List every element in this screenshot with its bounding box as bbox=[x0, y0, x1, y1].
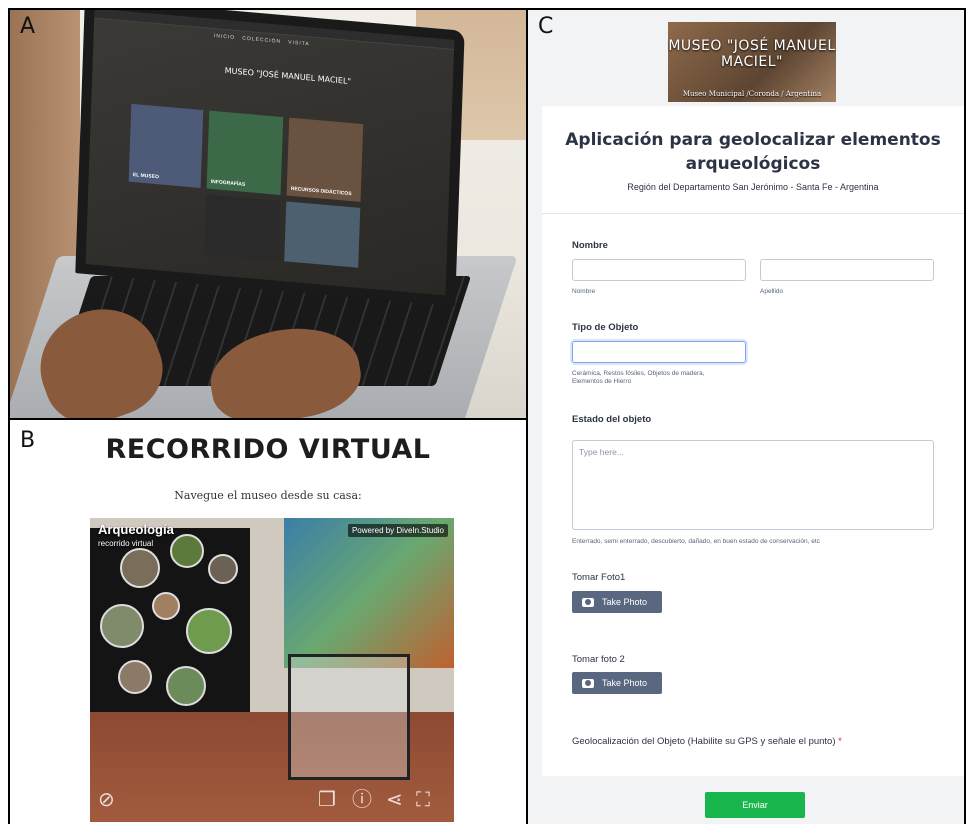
laptop-screen-bezel: INICIO COLECCIÓN VISITA MUSEO "JOSÉ MANU… bbox=[75, 10, 465, 307]
site-tile-recursos: RECURSOS DIDÁCTICOS bbox=[286, 117, 364, 202]
tipo-objeto-input[interactable] bbox=[572, 341, 746, 363]
frame-divider-vertical bbox=[526, 8, 528, 824]
form-card: Aplicación para geolocalizar elementos a… bbox=[542, 106, 964, 776]
tour-banners bbox=[284, 518, 454, 668]
page-title: RECORRIDO VIRTUAL bbox=[105, 434, 431, 465]
take-photo-label: Take Photo bbox=[602, 678, 648, 688]
foto1-label: Tomar Foto1 bbox=[572, 572, 626, 583]
site-tile-label: RECURSOS DIDÁCTICOS bbox=[290, 185, 352, 198]
frame-top-border bbox=[8, 8, 966, 10]
share-icon[interactable]: ⋖ bbox=[386, 787, 403, 812]
display-disc bbox=[118, 660, 152, 694]
estado-help: Enterrado, semi enterrado, descubierto, … bbox=[572, 538, 820, 545]
tour-display-wall bbox=[90, 528, 250, 718]
tipo-objeto-label: Tipo de Objeto bbox=[572, 322, 639, 333]
take-photo-2-button[interactable]: Take Photo bbox=[572, 672, 662, 694]
form-region: Región del Departamento San Jerónimo - S… bbox=[627, 182, 879, 192]
last-name-help: Apellido bbox=[760, 288, 784, 295]
site-tile-museo: EL MUSEO bbox=[128, 103, 204, 188]
frame-divider-horizontal bbox=[8, 418, 528, 420]
virtual-tour-viewer[interactable]: Arqueología recorrido virtual Powered by… bbox=[90, 518, 454, 822]
form-header: Aplicación para geolocalizar elementos a… bbox=[542, 106, 964, 214]
display-disc bbox=[152, 592, 180, 620]
site-tile-360 bbox=[204, 194, 281, 261]
panel-letter-b: B bbox=[20, 428, 36, 453]
first-name-input[interactable] bbox=[572, 259, 746, 281]
tour-title: Arqueología bbox=[98, 522, 174, 537]
frame-left-border bbox=[8, 8, 10, 824]
required-mark: * bbox=[838, 736, 842, 747]
panel-letter-a: A bbox=[20, 14, 36, 39]
panel-c-form: MUSEO "JOSÉ MANUEL MACIEL" Museo Municip… bbox=[528, 10, 966, 824]
fullscreen-icon[interactable]: ⛶ bbox=[416, 789, 430, 812]
hero-title: MUSEO "JOSÉ MANUEL MACIEL" bbox=[668, 38, 836, 70]
take-photo-label: Take Photo bbox=[602, 597, 648, 607]
display-disc bbox=[186, 608, 232, 654]
nombre-label: Nombre bbox=[572, 240, 608, 251]
tour-subtitle: recorrido virtual bbox=[98, 539, 154, 548]
panel-a-laptop-photo: INICIO COLECCIÓN VISITA MUSEO "JOSÉ MANU… bbox=[10, 10, 526, 418]
estado-textarea[interactable]: Type here... bbox=[572, 440, 934, 530]
hero-subtitle: Museo Municipal /Coronda / Argentina bbox=[682, 90, 822, 98]
site-title: MUSEO "JOSÉ MANUEL MACIEL" bbox=[224, 66, 352, 87]
site-tile-notes bbox=[284, 201, 361, 268]
display-disc bbox=[120, 548, 160, 588]
compass-icon[interactable]: ⊘ bbox=[98, 787, 115, 812]
submit-button[interactable]: Enviar bbox=[705, 792, 805, 818]
info-icon[interactable]: ⓘ bbox=[352, 783, 372, 812]
estado-label: Estado del objeto bbox=[572, 414, 652, 425]
page-subtitle: Navegue el museo desde su casa: bbox=[174, 489, 362, 502]
site-tile-infografias: INFOGRAFÍAS bbox=[206, 110, 284, 195]
first-name-help: Nombre bbox=[572, 288, 596, 295]
display-disc bbox=[100, 604, 144, 648]
panel-b-virtual-tour: RECORRIDO VIRTUAL Navegue el museo desde… bbox=[10, 420, 526, 824]
last-name-input[interactable] bbox=[760, 259, 934, 281]
powered-by-badge[interactable]: Powered by DiveIn.Studio bbox=[347, 524, 448, 537]
museum-hero-banner: MUSEO "JOSÉ MANUEL MACIEL" Museo Municip… bbox=[668, 22, 836, 102]
take-photo-1-button[interactable]: Take Photo bbox=[572, 591, 662, 613]
camera-icon bbox=[582, 678, 594, 688]
geolocation-label-text: Geolocalización del Objeto (Habilite su … bbox=[572, 736, 836, 747]
gallery-icon[interactable]: ❐ bbox=[318, 787, 336, 812]
site-tile-label: INFOGRAFÍAS bbox=[210, 178, 246, 188]
tour-glass-case bbox=[288, 654, 410, 780]
tipo-objeto-help: Cerámica, Restos fósiles, Objetos de mad… bbox=[572, 370, 705, 385]
foto2-label: Tomar foto 2 bbox=[572, 654, 625, 665]
site-tile-label: EL MUSEO bbox=[132, 172, 159, 181]
display-disc bbox=[208, 554, 238, 584]
display-disc bbox=[170, 534, 204, 568]
camera-icon bbox=[582, 597, 594, 607]
form-heading: Aplicación para geolocalizar elementos a… bbox=[565, 130, 941, 174]
panel-letter-c: C bbox=[538, 14, 554, 39]
geolocation-label: Geolocalización del Objeto (Habilite su … bbox=[572, 736, 842, 747]
laptop-screen-website: INICIO COLECCIÓN VISITA MUSEO "JOSÉ MANU… bbox=[85, 10, 455, 296]
display-disc bbox=[166, 666, 206, 706]
